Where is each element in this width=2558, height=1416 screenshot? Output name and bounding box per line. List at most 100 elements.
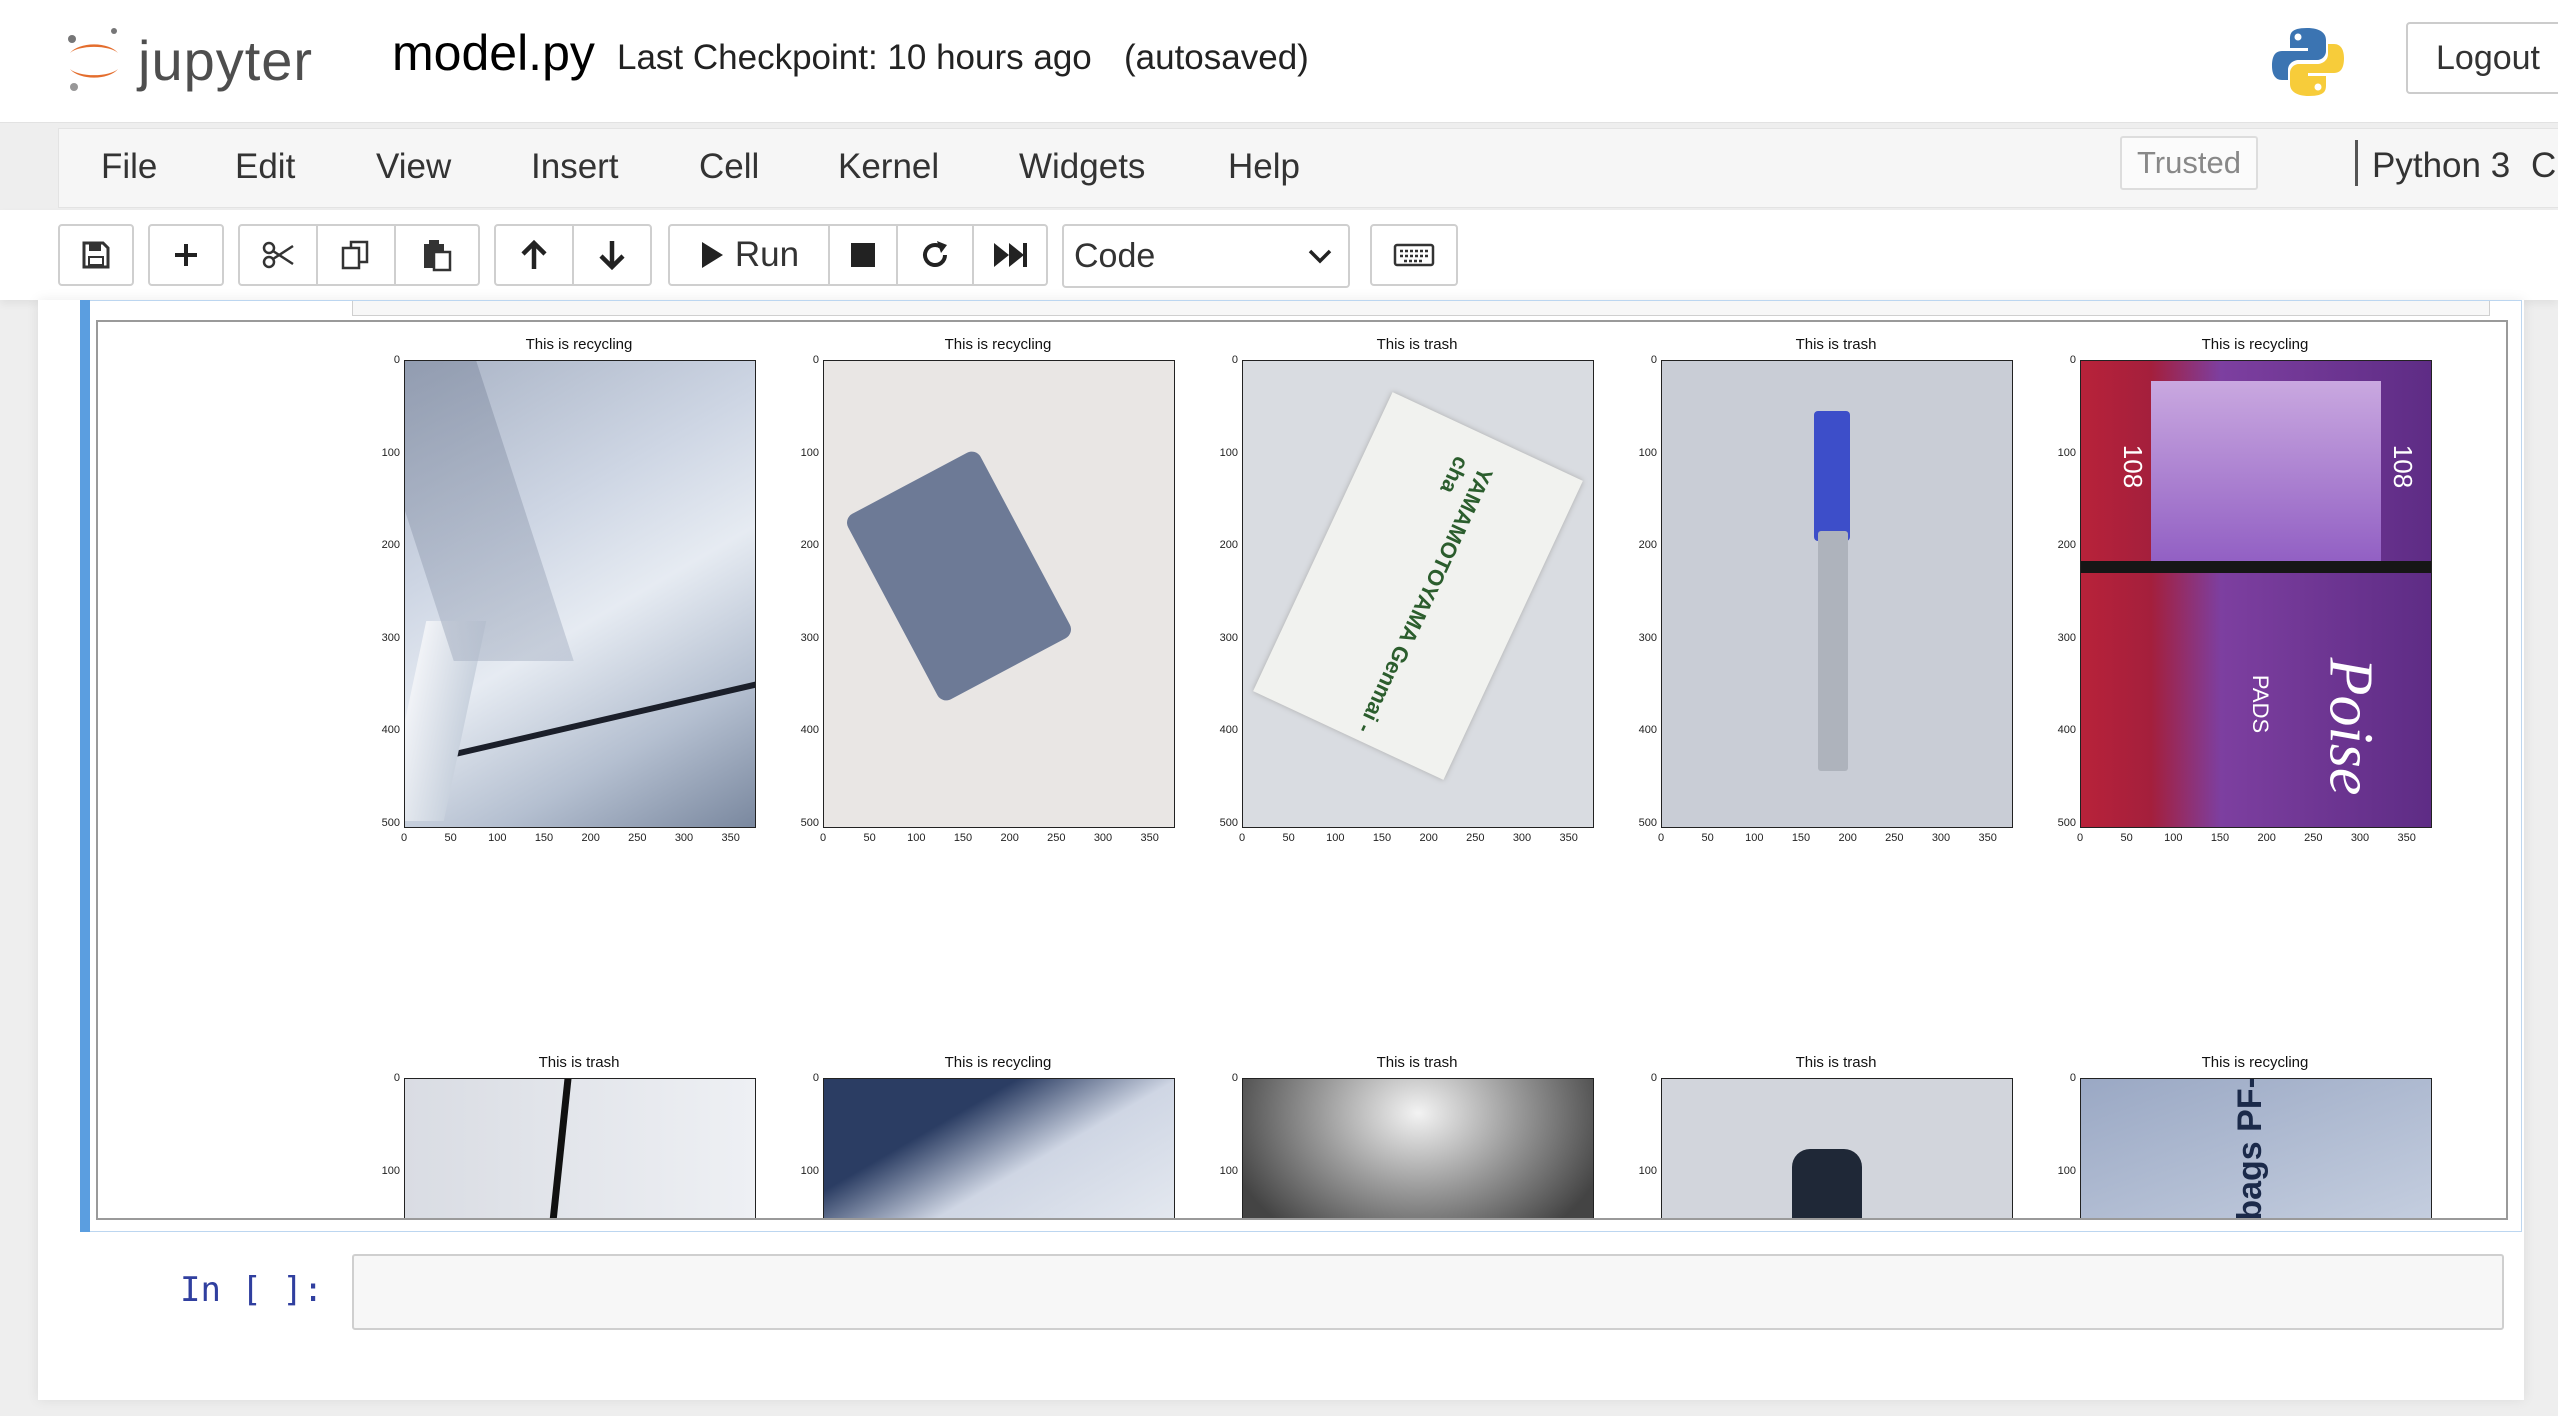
menu-file[interactable]: File	[101, 147, 157, 187]
image-row2-trash-1	[404, 1078, 756, 1218]
cell-output-scroll-area[interactable]: This is recycling 0 100 200 300 400 500 0 50 100 1…	[96, 320, 2508, 1220]
image-row2-trash-4	[1661, 1078, 2013, 1218]
interrupt-button[interactable]	[828, 224, 898, 286]
menu-insert[interactable]: Insert	[531, 147, 619, 187]
notebook-header: jupyter model.py Last Checkpoint: 10 hou…	[0, 0, 2558, 123]
axis-tick-label: 200	[1419, 832, 1438, 844]
axis-tick-label: 50	[863, 832, 876, 844]
restart-button[interactable]	[896, 224, 974, 286]
menu-help[interactable]: Help	[1228, 147, 1300, 187]
axis-tick-label: 300	[2350, 832, 2370, 844]
axis-tick-label: 150	[953, 832, 973, 844]
stop-icon	[851, 243, 875, 267]
cell-type-value: Code	[1074, 236, 1156, 275]
box-number-left: 108	[2118, 444, 2149, 489]
axis-tick-label: 500	[1638, 816, 1657, 829]
axis-tick-label: 0	[1657, 832, 1665, 844]
save-button[interactable]	[58, 224, 134, 286]
jupyter-logo-icon	[68, 28, 118, 91]
notebook-title[interactable]: model.py	[392, 24, 595, 82]
axis-tick-label: 400	[381, 724, 400, 736]
kernel-divider	[2355, 140, 2358, 186]
code-cell-input[interactable]	[352, 1254, 2504, 1330]
axis-tick-label: 200	[800, 539, 819, 551]
trusted-indicator[interactable]: Trusted	[2120, 136, 2258, 190]
axis-tick-label: 50	[1282, 832, 1295, 844]
axis-tick-label: 100	[907, 832, 926, 844]
run-label: Run	[734, 235, 800, 274]
axis-tick-label: 0	[1238, 832, 1246, 844]
kernel-name[interactable]: Python 3	[2372, 146, 2510, 186]
axis-tick-label: 100	[1638, 446, 1657, 459]
axis-tick-label: 0	[819, 832, 827, 844]
packet-text: YAMAMOTOYAMA Genmai -cha	[1352, 452, 1498, 738]
axis-tick-label: 150	[1372, 832, 1392, 844]
insert-cell-button[interactable]	[148, 224, 224, 286]
plot-title: This is trash	[1795, 1054, 1877, 1071]
cut-button[interactable]	[238, 224, 318, 286]
cut-icon	[262, 241, 294, 269]
axis-tick-label: 150	[1791, 832, 1811, 844]
menu-cell[interactable]: Cell	[699, 147, 759, 187]
image-cardboard-recycling	[404, 360, 756, 828]
image-row2-trash-3	[1242, 1078, 1594, 1218]
save-icon	[82, 241, 110, 269]
image-blue-card-recycling	[823, 360, 1175, 828]
axis-tick-label: 0	[393, 1072, 400, 1084]
axis-tick-label: 350	[721, 832, 740, 844]
chevron-down-icon	[1308, 249, 1332, 264]
axis-tick-label: 400	[1219, 724, 1238, 736]
axis-tick-label: 250	[1885, 832, 1904, 844]
command-palette-button[interactable]	[1370, 224, 1458, 286]
axis-tick-label: 0	[1231, 1072, 1238, 1084]
axis-tick-label: 300	[674, 832, 694, 844]
restart-run-all-button[interactable]	[972, 224, 1048, 286]
axis-tick-label: 400	[1638, 724, 1657, 736]
axis-tick-label: 300	[2057, 631, 2076, 644]
axis-tick-label: 200	[2057, 539, 2076, 551]
jupyter-logo[interactable]: jupyter	[64, 20, 313, 100]
plot-title: This is trash	[1376, 1054, 1458, 1071]
axis-tick-label: 200	[1219, 539, 1238, 551]
image-row2-recycling-2	[823, 1078, 1175, 1218]
axis-tick-label: 100	[1219, 1164, 1238, 1177]
axis-tick-label: 0	[2069, 1072, 2076, 1084]
autosave-status: (autosaved)	[1124, 38, 1309, 77]
axis-tick-label: 50	[1701, 832, 1714, 844]
arrow-down-icon	[599, 241, 625, 271]
menu-widgets[interactable]: Widgets	[1019, 147, 1145, 187]
axis-tick-label: 200	[1638, 539, 1657, 551]
axis-tick-label: 0	[1231, 354, 1238, 366]
axis-tick-label: 250	[628, 832, 647, 844]
axis-tick-label: 100	[488, 832, 507, 844]
move-down-button[interactable]	[572, 224, 652, 286]
paste-button[interactable]	[394, 224, 480, 286]
axis-tick-label: 50	[444, 832, 457, 844]
plot-title: This is recycling	[525, 336, 633, 353]
menu-edit[interactable]: Edit	[235, 147, 295, 187]
axis-tick-label: 200	[2257, 832, 2276, 844]
move-up-button[interactable]	[494, 224, 574, 286]
cell-type-select[interactable]: Code	[1062, 224, 1350, 288]
axis-tick-label: 200	[1838, 832, 1857, 844]
paste-icon	[424, 240, 452, 272]
logout-button[interactable]: Logout	[2406, 22, 2558, 94]
axis-tick-label: 100	[2164, 832, 2183, 844]
axis-tick-label: 350	[1978, 832, 1997, 844]
axis-tick-label: 500	[800, 816, 819, 829]
run-button[interactable]: Run	[668, 224, 830, 286]
logo-text: jupyter	[138, 28, 314, 92]
copy-button[interactable]	[316, 224, 396, 286]
axis-tick-label: 100	[1219, 446, 1238, 459]
axis-tick-label: 0	[1650, 354, 1657, 366]
plot-title: This is recycling	[944, 1054, 1052, 1071]
menu-kernel[interactable]: Kernel	[838, 147, 939, 187]
image-poise-box-recycling: 108 108 Poise PADS	[2080, 360, 2432, 828]
axis-tick-label: 350	[1559, 832, 1578, 844]
box-sub: PADS	[2248, 674, 2274, 734]
axis-tick-label: 100	[1638, 1164, 1657, 1177]
selected-cell-indicator	[80, 300, 90, 1232]
menu-view[interactable]: View	[376, 147, 451, 187]
axis-tick-label: 0	[1650, 1072, 1657, 1084]
axis-tick-label: 250	[1466, 832, 1485, 844]
